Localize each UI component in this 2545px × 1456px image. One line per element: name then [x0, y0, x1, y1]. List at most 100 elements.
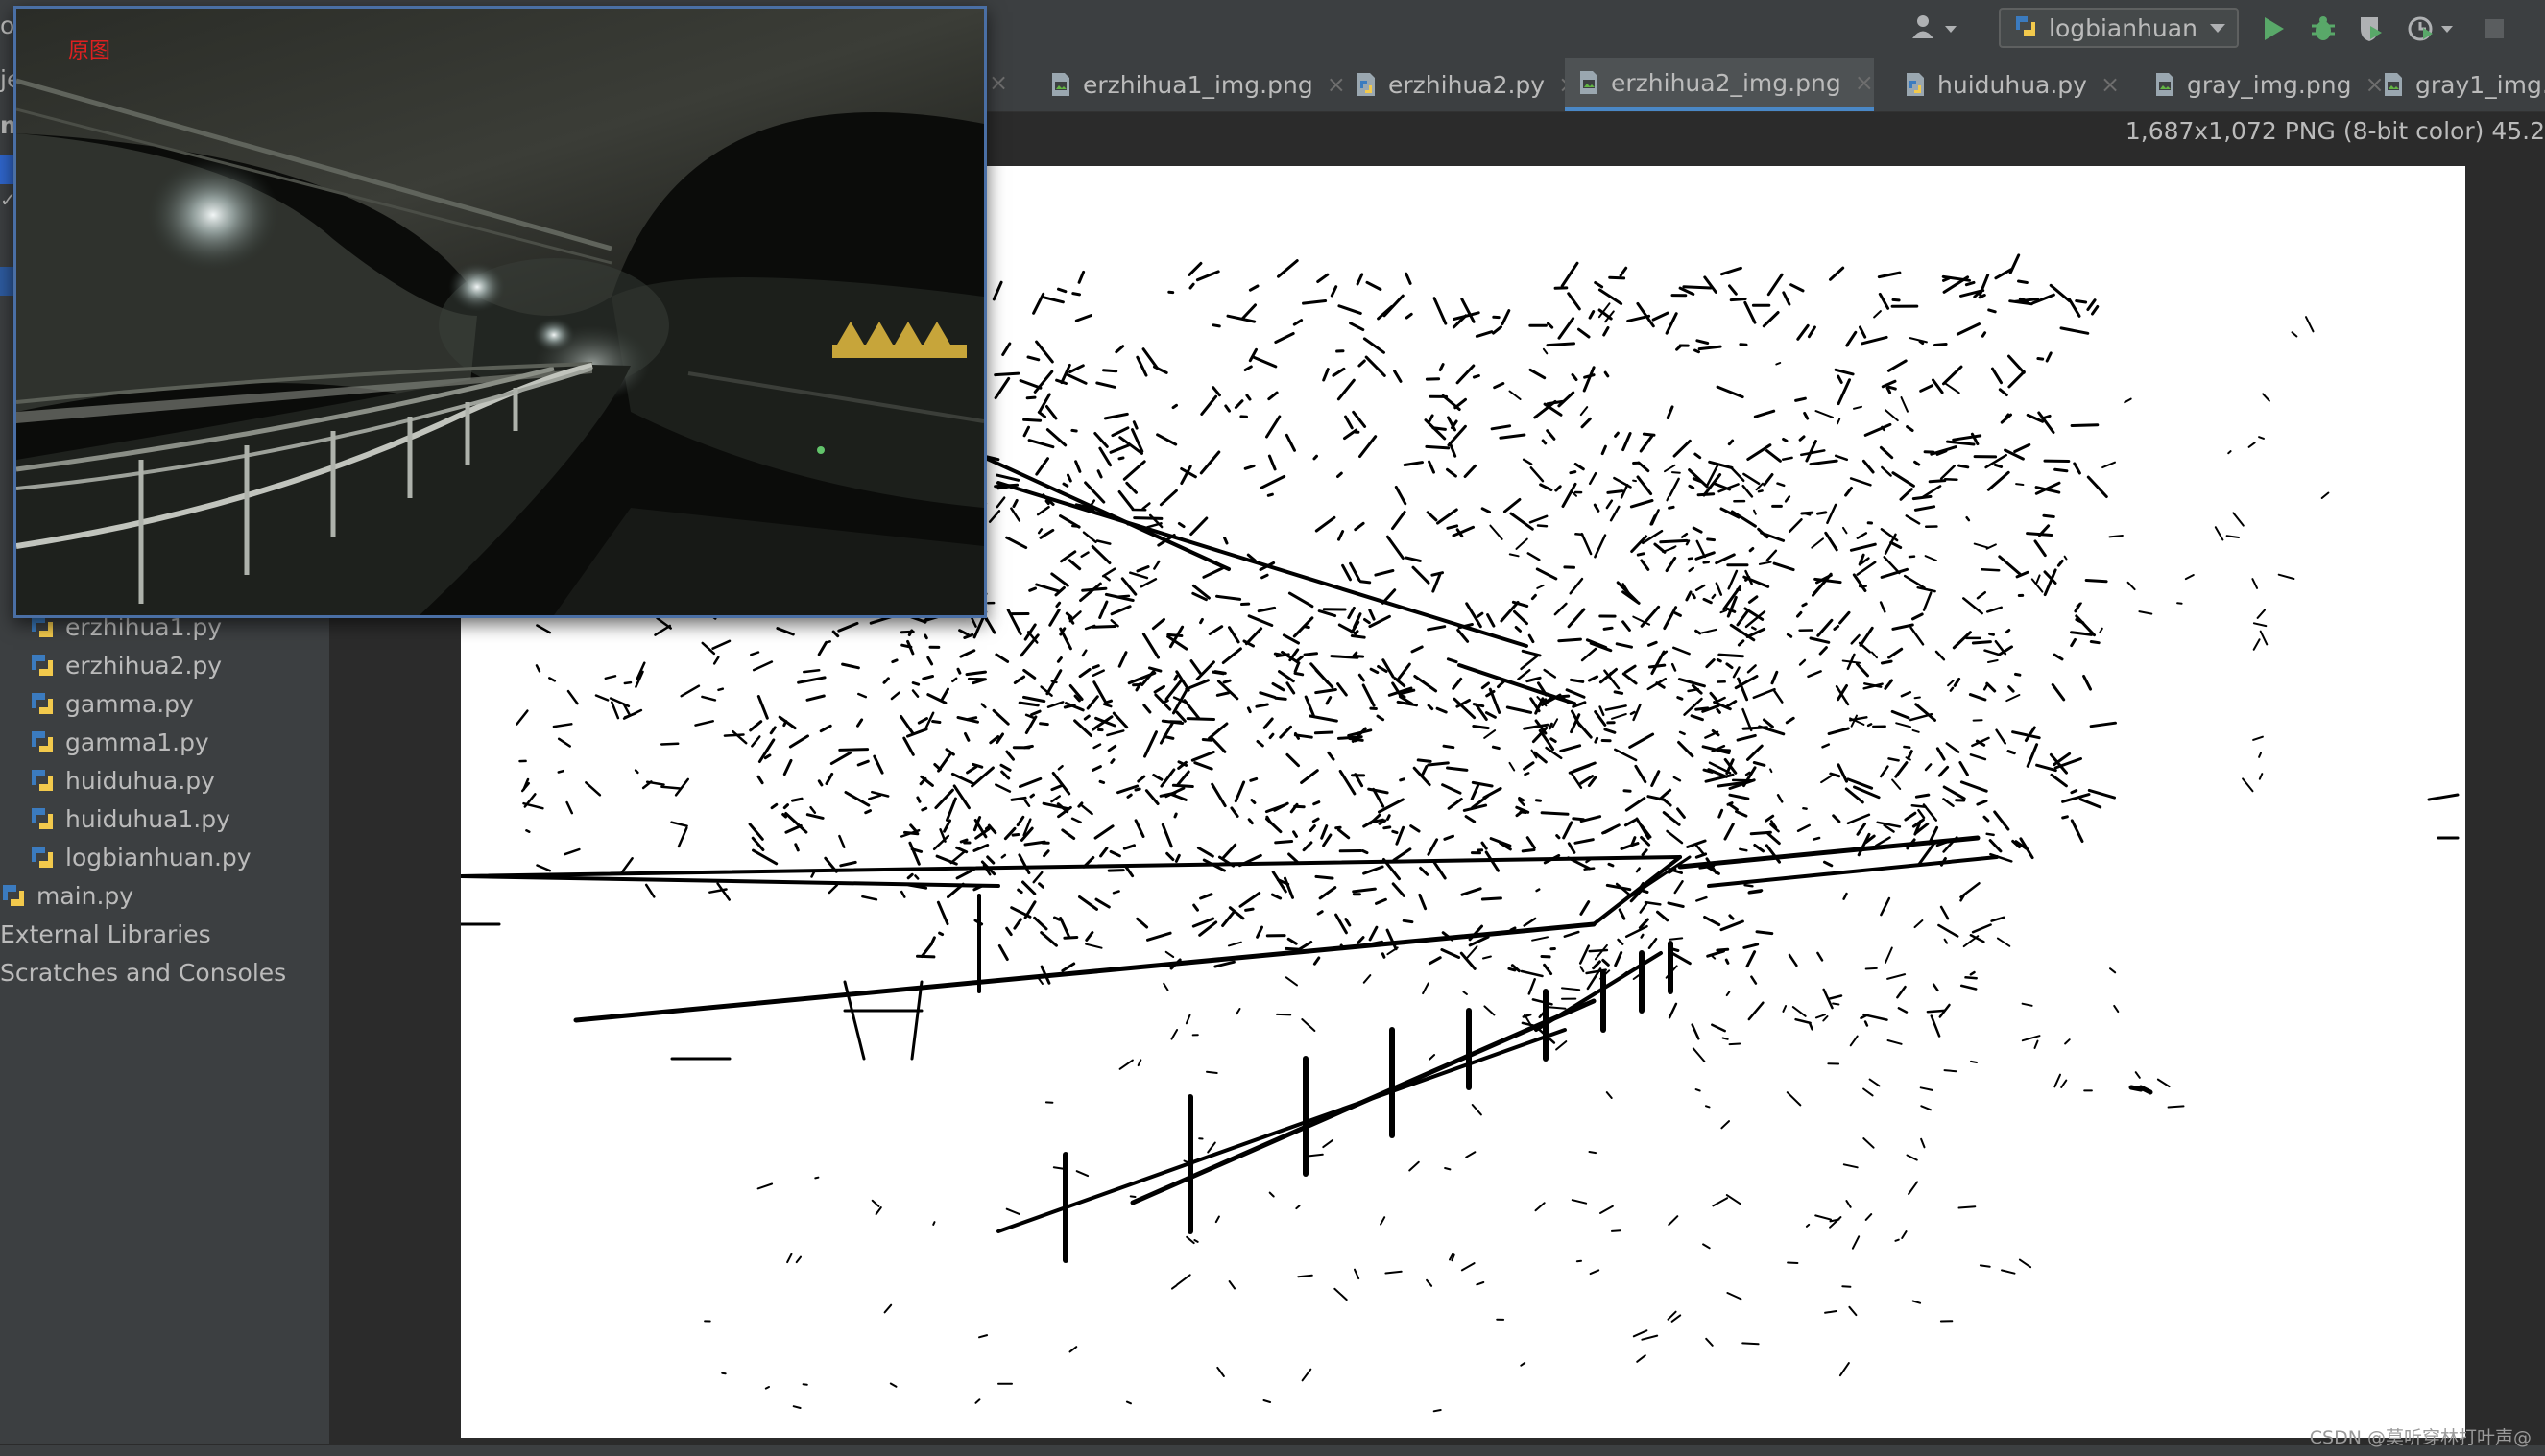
run-button[interactable]: [2256, 12, 2291, 46]
edge-stroke: [1118, 1059, 1134, 1070]
edge-stroke: [926, 656, 934, 666]
user-button[interactable]: [1910, 12, 1957, 46]
edge-stroke: [1921, 485, 1942, 499]
edge-stroke: [564, 847, 581, 856]
edge-stroke: [1824, 1310, 1837, 1314]
edge-stroke: [1670, 471, 1681, 474]
tab-erzhihua2-img-png[interactable]: erzhihua2_img.png ×: [1565, 58, 1874, 111]
edge-stroke: [2251, 578, 2259, 589]
tree-item-logbianhuan-py[interactable]: logbianhuan.py: [29, 839, 252, 875]
coverage-button[interactable]: [2354, 12, 2389, 46]
edge-stroke: [1017, 888, 1023, 895]
edge-stroke: [1621, 672, 1638, 685]
tab-huiduhua-py[interactable]: huiduhua.py ×: [1891, 58, 2122, 111]
edge-stroke: [1853, 405, 1862, 410]
edge-stroke: [1022, 668, 1037, 680]
edge-stroke: [1462, 991, 1468, 995]
edge-stroke: [1358, 580, 1372, 585]
edge-stroke: [1567, 608, 1586, 629]
edge-stroke: [1900, 396, 1909, 413]
edge-stroke: [2005, 629, 2011, 633]
tree-item-huiduhua-py[interactable]: huiduhua.py: [29, 762, 215, 799]
close-icon[interactable]: ×: [989, 69, 1008, 96]
edge-stroke: [2087, 788, 2116, 800]
tree-item-gamma1-py[interactable]: gamma1.py: [29, 724, 209, 760]
edge-stroke: [1195, 270, 1220, 282]
edge-stroke: [1613, 690, 1624, 695]
tree-item-gamma-py[interactable]: gamma.py: [29, 685, 194, 722]
edge-stroke: [1599, 1205, 1614, 1214]
edge-stroke: [1022, 418, 1043, 422]
edge-stroke: [1637, 461, 1650, 473]
edge-stroke: [1694, 629, 1702, 635]
edge-stroke: [1334, 825, 1342, 830]
edge-stroke: [978, 1334, 989, 1339]
edge-stroke: [2252, 622, 2268, 628]
tab-gray-img-png[interactable]: gray_img.png ×: [2141, 58, 2385, 111]
edge-stroke: [1863, 422, 1892, 437]
edge-stroke: [1789, 283, 1805, 293]
edge-stroke: [1349, 322, 1365, 332]
tab-erzhihua1-img-png[interactable]: erzhihua1_img.png ×: [1037, 58, 1346, 111]
profile-icon: [2408, 16, 2433, 41]
edge-stroke: [1994, 639, 2007, 656]
edge-stroke: [1032, 292, 1045, 315]
edge-stroke: [1838, 1362, 1850, 1377]
edge-stroke: [1493, 382, 1505, 390]
edge-stroke: [1476, 1281, 1485, 1286]
edge-stroke: [1809, 1022, 1813, 1031]
edge-stroke: [994, 376, 1011, 400]
tab-erzhihua2-py[interactable]: erzhihua2.py×: [1342, 58, 1577, 111]
edge-stroke: [1878, 292, 1890, 310]
edge-stroke: [1812, 836, 1821, 841]
edge-stroke: [1535, 567, 1558, 581]
edge-stroke: [1814, 1214, 1832, 1221]
edge-stroke: [1695, 895, 1708, 902]
edge-stroke: [1103, 412, 1129, 420]
tree-item-main-py[interactable]: main.py: [0, 877, 133, 914]
edge-stroke: [1228, 1280, 1236, 1290]
tree-item-scratches-and-consoles[interactable]: Scratches and Consoles: [0, 954, 286, 991]
tree-item-external-libraries[interactable]: External Libraries: [0, 916, 211, 952]
edge-stroke: [1706, 537, 1716, 542]
edge-stroke: [1677, 740, 1694, 758]
close-icon[interactable]: ×: [1855, 69, 1874, 96]
tree-item-erzhihua2-py[interactable]: erzhihua2.py: [29, 647, 222, 683]
edge-stroke: [2013, 442, 2031, 453]
edge-stroke: [1800, 449, 1826, 457]
edge-stroke: [1862, 1137, 1875, 1149]
edge-stroke: [1742, 472, 1761, 486]
edge-stroke: [2070, 637, 2077, 648]
edge-stroke: [805, 694, 826, 702]
edge-stroke: [1623, 818, 1638, 827]
profile-button[interactable]: [2402, 12, 2458, 46]
edge-stroke: [1010, 507, 1021, 522]
edge-stroke: [1443, 834, 1454, 841]
edge-stroke: [2427, 793, 2460, 801]
tree-item-huiduhua1-py[interactable]: huiduhua1.py: [29, 800, 230, 837]
tab-gray1-img-p[interactable]: gray1_img.p: [2369, 58, 2545, 111]
edge-stroke: [1576, 721, 1593, 739]
edge-stroke: [1361, 849, 1369, 855]
edge-stroke: [1173, 674, 1179, 681]
edge-stroke: [1919, 384, 1934, 393]
original-image-window[interactable]: 原图: [13, 6, 987, 618]
stop-button[interactable]: [2477, 12, 2511, 46]
edge-stroke: [1446, 524, 1459, 530]
edge-stroke: [1050, 572, 1069, 587]
run-configuration-select[interactable]: logbianhuan: [1999, 8, 2239, 48]
edge-stroke: [1594, 281, 1604, 289]
edge-stroke: [1287, 591, 1314, 609]
close-icon[interactable]: ×: [2101, 71, 2120, 98]
edge-stroke: [2214, 526, 2224, 541]
edge-stroke: [959, 838, 969, 844]
debug-button[interactable]: [2306, 12, 2341, 46]
edge-stroke: [838, 834, 846, 848]
edge-stroke: [1782, 291, 1791, 306]
edge-stroke: [988, 510, 1001, 523]
edge-stroke: [1048, 609, 1061, 627]
edge-stroke: [1796, 610, 1803, 618]
edge-stroke: [1651, 311, 1669, 322]
edge-stroke: [1221, 843, 1237, 860]
edge-stroke: [1274, 332, 1295, 344]
